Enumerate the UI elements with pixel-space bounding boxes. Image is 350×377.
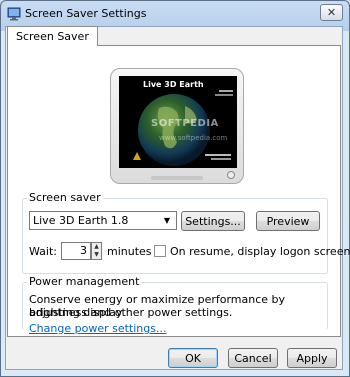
minutes-label: minutes bbox=[107, 245, 152, 258]
chevron-down-icon: ▼ bbox=[163, 216, 171, 225]
wait-minutes-input[interactable]: 3 bbox=[61, 242, 91, 260]
spin-down-icon[interactable]: ▼ bbox=[92, 251, 101, 259]
spin-up-icon[interactable]: ▲ bbox=[92, 243, 101, 251]
settings-button[interactable]: Settings... bbox=[181, 211, 245, 231]
apply-button[interactable]: Apply bbox=[287, 348, 337, 368]
power-led-icon bbox=[227, 171, 235, 179]
tab-panel: Live 3D Earth SOFTPEDIA www.softpedia.co… bbox=[7, 45, 350, 337]
close-button[interactable]: ✕ bbox=[320, 4, 343, 21]
power-description-line2: brightness and other power settings. bbox=[29, 306, 233, 319]
ok-button[interactable]: OK bbox=[168, 348, 218, 368]
cancel-button[interactable]: Cancel bbox=[228, 348, 278, 368]
resume-logon-label[interactable]: On resume, display logon screen bbox=[170, 245, 350, 258]
preview-button[interactable]: Preview bbox=[256, 211, 320, 231]
preview-screen: Live 3D Earth SOFTPEDIA www.softpedia.co… bbox=[119, 76, 237, 168]
softpedia-url: www.softpedia.com bbox=[159, 134, 228, 142]
tab-label: Screen Saver bbox=[16, 30, 89, 43]
title-bar[interactable]: Screen Saver Settings ✕ bbox=[1, 1, 349, 27]
screen-saver-group: Screen saver Live 3D Earth 1.8 ▼ Setting… bbox=[22, 191, 350, 274]
tab-screen-saver[interactable]: Screen Saver bbox=[7, 26, 98, 46]
screen-saver-group-label: Screen saver bbox=[27, 191, 103, 204]
change-power-settings-link[interactable]: Change power settings... bbox=[29, 322, 166, 335]
preview-saver-title: Live 3D Earth bbox=[143, 80, 204, 89]
resume-logon-checkbox[interactable] bbox=[154, 245, 166, 257]
wait-label: Wait: bbox=[29, 245, 57, 258]
wait-spinner[interactable]: ▲ ▼ bbox=[91, 242, 102, 260]
window-title: Screen Saver Settings bbox=[25, 7, 147, 20]
screen-saver-selected: Live 3D Earth 1.8 bbox=[33, 214, 129, 227]
power-management-group-label: Power management bbox=[27, 275, 142, 288]
screen-saver-dropdown[interactable]: Live 3D Earth 1.8 ▼ bbox=[29, 211, 177, 230]
softpedia-watermark: SOFTPEDIA bbox=[151, 118, 219, 129]
monitor-bezel-bar bbox=[151, 176, 203, 180]
power-management-group: Power management Conserve energy or maxi… bbox=[22, 275, 328, 335]
monitor-app-icon bbox=[7, 7, 21, 21]
monitor-preview: Live 3D Earth SOFTPEDIA www.softpedia.co… bbox=[110, 68, 244, 184]
close-icon: ✕ bbox=[326, 6, 337, 19]
